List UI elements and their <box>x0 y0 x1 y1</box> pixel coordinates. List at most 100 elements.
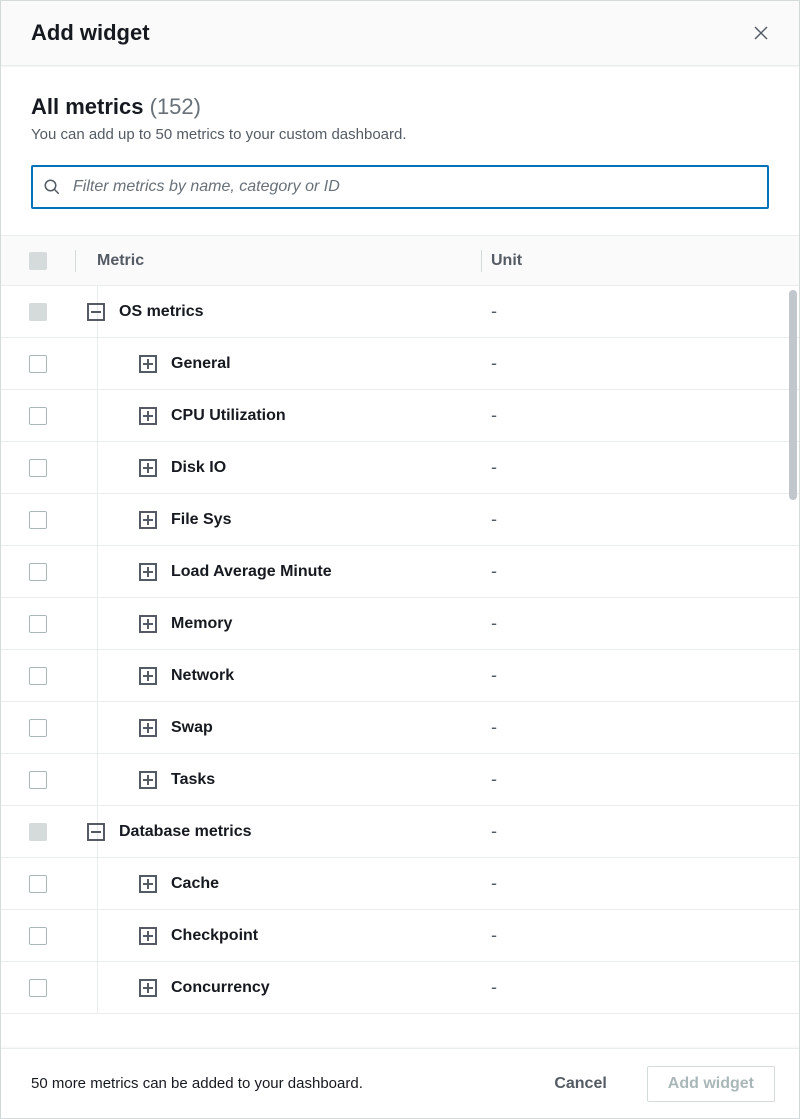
table-scroll[interactable]: Metric Unit OS metrics-General-CPU Utili… <box>1 235 799 1048</box>
select-all-checkbox[interactable] <box>29 252 47 270</box>
column-header-unit[interactable]: Unit <box>481 252 799 270</box>
expand-icon[interactable] <box>139 615 157 633</box>
table-row[interactable]: Cache - <box>1 858 799 910</box>
row-metric-cell: Tasks <box>75 771 481 789</box>
row-metric-cell: Database metrics <box>75 823 481 841</box>
row-unit-cell: - <box>481 769 799 790</box>
row-checkbox-cell <box>1 355 75 373</box>
row-checkbox[interactable] <box>29 719 47 737</box>
row-unit-cell: - <box>481 457 799 478</box>
row-unit-cell: - <box>481 509 799 530</box>
table-row[interactable]: Concurrency- <box>1 962 799 1014</box>
row-checkbox-cell <box>1 407 75 425</box>
collapse-icon[interactable] <box>87 823 105 841</box>
table-row[interactable]: CPU Utilization - <box>1 390 799 442</box>
expand-icon[interactable] <box>139 355 157 373</box>
table-row[interactable]: Database metrics- <box>1 806 799 858</box>
row-checkbox[interactable] <box>29 667 47 685</box>
row-metric-cell: Checkpoint <box>75 927 481 945</box>
modal-header: Add widget <box>1 1 799 66</box>
row-checkbox[interactable] <box>29 927 47 945</box>
row-checkbox[interactable] <box>29 979 47 997</box>
row-metric-cell: Swap <box>75 719 481 737</box>
metric-label: Load Average Minute <box>171 563 332 581</box>
row-unit-cell: - <box>481 925 799 946</box>
row-metric-cell: CPU Utilization <box>75 407 481 425</box>
table-row[interactable]: Network- <box>1 650 799 702</box>
table-row[interactable]: Tasks - <box>1 754 799 806</box>
row-checkbox-cell <box>1 563 75 581</box>
collapse-icon[interactable] <box>87 303 105 321</box>
modal-footer: 50 more metrics can be added to your das… <box>1 1048 799 1118</box>
metric-label: Database metrics <box>119 823 252 841</box>
row-checkbox[interactable] <box>29 303 47 321</box>
row-metric-cell: Concurrency <box>75 979 481 997</box>
expand-icon[interactable] <box>139 875 157 893</box>
expand-icon[interactable] <box>139 979 157 997</box>
row-unit-cell: - <box>481 405 799 426</box>
row-unit-cell: - <box>481 873 799 894</box>
close-button[interactable] <box>747 19 775 47</box>
row-checkbox-cell <box>1 875 75 893</box>
column-header-metric[interactable]: Metric <box>75 252 481 270</box>
metric-label: Disk IO <box>171 459 226 477</box>
table-body: OS metrics-General-CPU Utilization-Disk … <box>1 286 799 1014</box>
table-row[interactable]: Disk IO - <box>1 442 799 494</box>
expand-icon[interactable] <box>139 407 157 425</box>
expand-icon[interactable] <box>139 511 157 529</box>
metric-label: CPU Utilization <box>171 407 286 425</box>
row-checkbox-cell <box>1 303 75 321</box>
close-icon <box>752 24 770 42</box>
row-checkbox[interactable] <box>29 407 47 425</box>
table-row[interactable]: General- <box>1 338 799 390</box>
add-widget-modal: Add widget All metrics (152) You can add… <box>0 0 800 1119</box>
metrics-table: Metric Unit OS metrics-General-CPU Utili… <box>1 235 799 1048</box>
expand-icon[interactable] <box>139 771 157 789</box>
select-all-cell <box>1 252 75 270</box>
table-row[interactable]: Checkpoint - <box>1 910 799 962</box>
row-checkbox-cell <box>1 719 75 737</box>
search-box[interactable] <box>31 165 769 209</box>
row-checkbox-cell <box>1 511 75 529</box>
row-unit-cell: - <box>481 717 799 738</box>
row-checkbox[interactable] <box>29 875 47 893</box>
metric-label: Cache <box>171 875 219 893</box>
row-checkbox[interactable] <box>29 459 47 477</box>
row-metric-cell: General <box>75 355 481 373</box>
row-unit-cell: - <box>481 301 799 322</box>
row-checkbox[interactable] <box>29 823 47 841</box>
add-widget-button[interactable]: Add widget <box>647 1066 775 1102</box>
row-checkbox[interactable] <box>29 511 47 529</box>
expand-icon[interactable] <box>139 459 157 477</box>
cancel-button[interactable]: Cancel <box>534 1067 626 1101</box>
row-checkbox[interactable] <box>29 615 47 633</box>
section-title-text: All metrics <box>31 94 144 119</box>
expand-icon[interactable] <box>139 927 157 945</box>
expand-icon[interactable] <box>139 563 157 581</box>
row-metric-cell: Load Average Minute <box>75 563 481 581</box>
row-checkbox-cell <box>1 771 75 789</box>
row-checkbox[interactable] <box>29 355 47 373</box>
row-checkbox-cell <box>1 667 75 685</box>
row-metric-cell: File Sys <box>75 511 481 529</box>
section-description: You can add up to 50 metrics to your cus… <box>31 126 769 143</box>
row-checkbox[interactable] <box>29 771 47 789</box>
row-metric-cell: Disk IO <box>75 459 481 477</box>
table-row[interactable]: Swap- <box>1 702 799 754</box>
metric-label: Tasks <box>171 771 215 789</box>
row-metric-cell: Memory <box>75 615 481 633</box>
table-row[interactable]: Load Average Minute- <box>1 546 799 598</box>
table-row[interactable]: Memory- <box>1 598 799 650</box>
row-checkbox-cell <box>1 459 75 477</box>
table-row[interactable]: OS metrics - <box>1 286 799 338</box>
section-header: All metrics (152) You can add up to 50 m… <box>1 66 799 143</box>
metric-label: OS metrics <box>119 303 203 321</box>
expand-icon[interactable] <box>139 667 157 685</box>
table-row[interactable]: File Sys- <box>1 494 799 546</box>
expand-icon[interactable] <box>139 719 157 737</box>
row-checkbox[interactable] <box>29 563 47 581</box>
row-checkbox-cell <box>1 615 75 633</box>
search-input[interactable] <box>71 177 757 197</box>
metric-label: Checkpoint <box>171 927 258 945</box>
row-metric-cell: Network <box>75 667 481 685</box>
